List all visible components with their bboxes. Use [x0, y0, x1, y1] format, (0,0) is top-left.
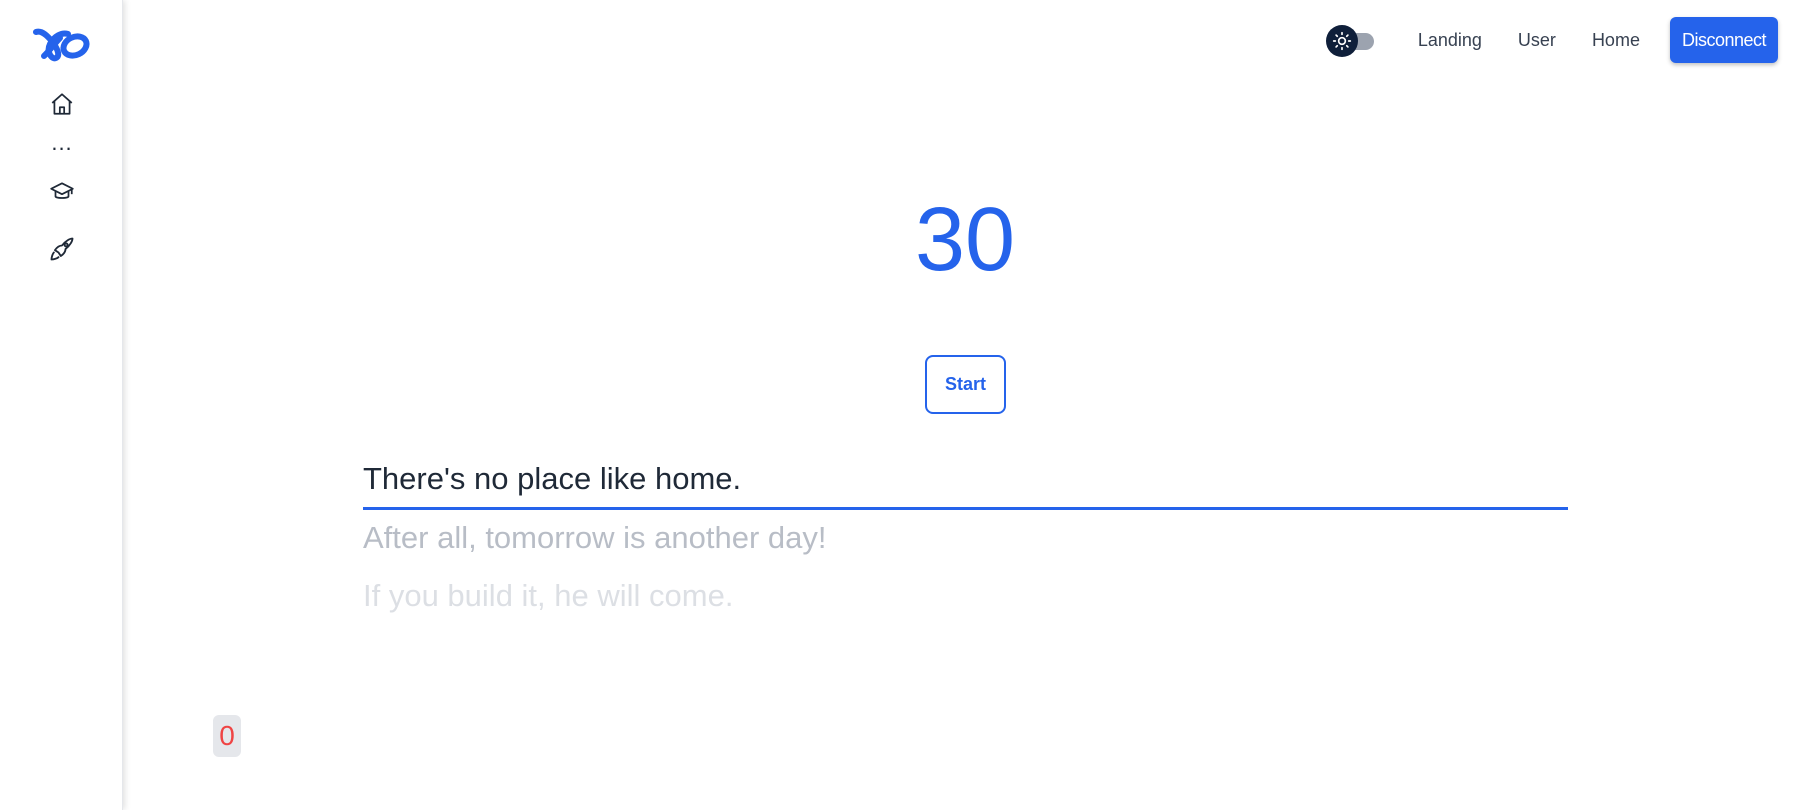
home-icon[interactable] — [44, 86, 80, 122]
nav-landing-link[interactable]: Landing — [1418, 30, 1482, 51]
brand-logo-icon[interactable] — [32, 22, 90, 64]
current-line[interactable]: There's no place like home. — [363, 455, 1568, 510]
start-button[interactable]: Start — [925, 355, 1006, 414]
upcoming-line: If you build it, he will come. — [363, 578, 734, 613]
more-menu-icon[interactable]: ... — [44, 132, 80, 160]
top-navigation: Landing User Home Disconnect — [1325, 16, 1778, 64]
sun-icon — [1325, 25, 1358, 57]
theme-toggle[interactable] — [1325, 23, 1376, 57]
nav-user-link[interactable]: User — [1518, 30, 1556, 51]
rocket-icon[interactable] — [44, 231, 80, 267]
countdown-timer: 30 — [914, 190, 1016, 290]
graduation-cap-icon[interactable] — [44, 174, 80, 210]
nav-home-link[interactable]: Home — [1592, 30, 1640, 51]
next-line: After all, tomorrow is another day! — [363, 520, 827, 555]
timer-container: 30 — [122, 190, 1800, 290]
typing-lines: There's no place like home. After all, t… — [363, 455, 1568, 630]
score-badge: 0 — [213, 715, 241, 757]
sidebar: ... — [0, 0, 123, 810]
disconnect-button[interactable]: Disconnect — [1669, 17, 1778, 63]
